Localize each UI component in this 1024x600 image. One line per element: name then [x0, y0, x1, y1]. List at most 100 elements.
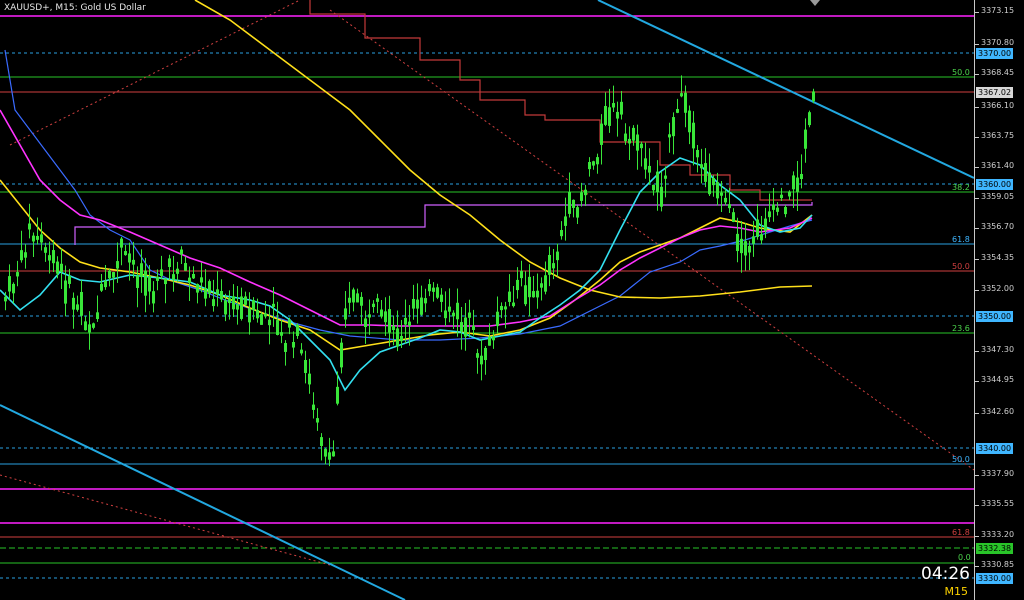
tick-mark	[975, 536, 979, 537]
candle-body	[444, 310, 447, 319]
candle-body	[776, 207, 779, 212]
candle-body	[404, 317, 407, 325]
candle-body	[564, 216, 567, 226]
candle-body	[304, 359, 307, 374]
candle-body	[768, 211, 771, 218]
candle-body	[648, 165, 651, 173]
candle-body	[204, 287, 207, 299]
candle-body	[440, 294, 443, 302]
candle-body	[296, 324, 299, 336]
candle-body	[96, 312, 99, 319]
fast-ma-cyan	[0, 157, 813, 392]
candle-body	[340, 342, 343, 368]
price-tick: 3344.95	[981, 375, 1015, 384]
candle-body	[212, 299, 215, 307]
level-tag-3370: 3370.00	[976, 48, 1014, 59]
candle-body	[644, 158, 647, 170]
candle-body	[736, 233, 739, 252]
candle-body	[668, 134, 671, 138]
candle-body	[600, 123, 603, 145]
candle-body	[264, 313, 267, 317]
candle-body	[28, 223, 31, 230]
candle-body	[520, 270, 523, 279]
tick-mark	[975, 137, 979, 138]
candle-body	[544, 275, 547, 292]
candle-body	[744, 241, 747, 256]
tick-mark	[975, 228, 979, 229]
candle-body	[40, 234, 43, 243]
tick-mark	[975, 566, 979, 567]
candle-body	[700, 164, 703, 169]
candle-body	[376, 298, 379, 302]
fib-label-61-blue: 61.8	[952, 235, 970, 244]
price-plot[interactable]	[0, 0, 974, 600]
candle-body	[384, 311, 387, 323]
fib-label-50-red: 50.0	[952, 262, 970, 271]
candle-body	[360, 296, 363, 306]
fib-diagonal-up	[9, 0, 301, 146]
upper-trendline	[597, 0, 974, 179]
trend-channel[interactable]	[0, 0, 974, 600]
candle-body	[164, 278, 167, 285]
tick-mark	[975, 259, 979, 260]
slow-ma-yellow	[194, 0, 813, 299]
candle-body	[312, 404, 315, 410]
level-tag-3332: 3332.38	[976, 543, 1014, 554]
candle-body	[812, 91, 815, 102]
fib-label-38: 38.2	[952, 183, 970, 192]
candle-body	[52, 250, 55, 264]
candle-body	[608, 107, 611, 126]
chart-shift-triangle-icon[interactable]	[810, 0, 820, 6]
candle-body	[724, 197, 727, 203]
price-tick: 3333.20	[981, 530, 1015, 539]
candle-body	[352, 289, 355, 303]
candle-body	[720, 192, 723, 196]
candle-body	[260, 314, 263, 325]
candle-body	[64, 280, 67, 304]
candle-body	[652, 184, 655, 191]
level-tag-3350: 3350.00	[976, 311, 1014, 322]
candle-body	[128, 253, 131, 263]
tick-mark	[975, 351, 979, 352]
magenta-step-line	[74, 202, 813, 245]
chart-area[interactable]: XAUUSD+, M15: Gold US Dollar 50.0 38.2 6…	[0, 0, 974, 600]
candle-body	[380, 309, 383, 317]
candle-body	[472, 325, 475, 330]
candle-body	[612, 103, 615, 108]
candle-body	[36, 235, 39, 240]
candle-body	[772, 204, 775, 210]
candle-body	[180, 249, 183, 255]
candle-body	[716, 182, 719, 199]
candle-body	[200, 277, 203, 283]
candle-body	[456, 302, 459, 320]
candle-body	[416, 299, 419, 309]
candle-body	[348, 297, 351, 303]
candle-body	[436, 287, 439, 298]
candle-body	[216, 289, 219, 295]
price-tick: 3368.45	[981, 68, 1015, 77]
candle-body	[56, 261, 59, 274]
candle-body	[60, 263, 63, 272]
candle-body	[596, 157, 599, 165]
tick-mark	[975, 505, 979, 506]
candle-body	[784, 206, 787, 215]
price-axis[interactable]: 3373.15 3370.80 3368.45 3366.10 3363.75 …	[974, 0, 1024, 600]
candle-body	[320, 437, 323, 446]
candle-body	[244, 296, 247, 305]
candle-body	[536, 290, 539, 298]
candle-body	[428, 284, 431, 292]
candle-body	[492, 336, 495, 341]
candle-body	[16, 272, 19, 277]
mid-ma-magenta	[0, 109, 813, 327]
level-tag-3360: 3360.00	[976, 179, 1014, 190]
candle-body	[788, 191, 791, 197]
candle-body	[636, 134, 639, 151]
price-tick: 3356.70	[981, 222, 1015, 231]
candle-body	[48, 255, 51, 261]
candle-body	[336, 386, 339, 404]
candle-body	[804, 129, 807, 149]
price-tick: 3352.00	[981, 284, 1015, 293]
candle-body	[392, 325, 395, 331]
price-tick: 3373.15	[981, 6, 1015, 15]
candle-body	[368, 314, 371, 318]
